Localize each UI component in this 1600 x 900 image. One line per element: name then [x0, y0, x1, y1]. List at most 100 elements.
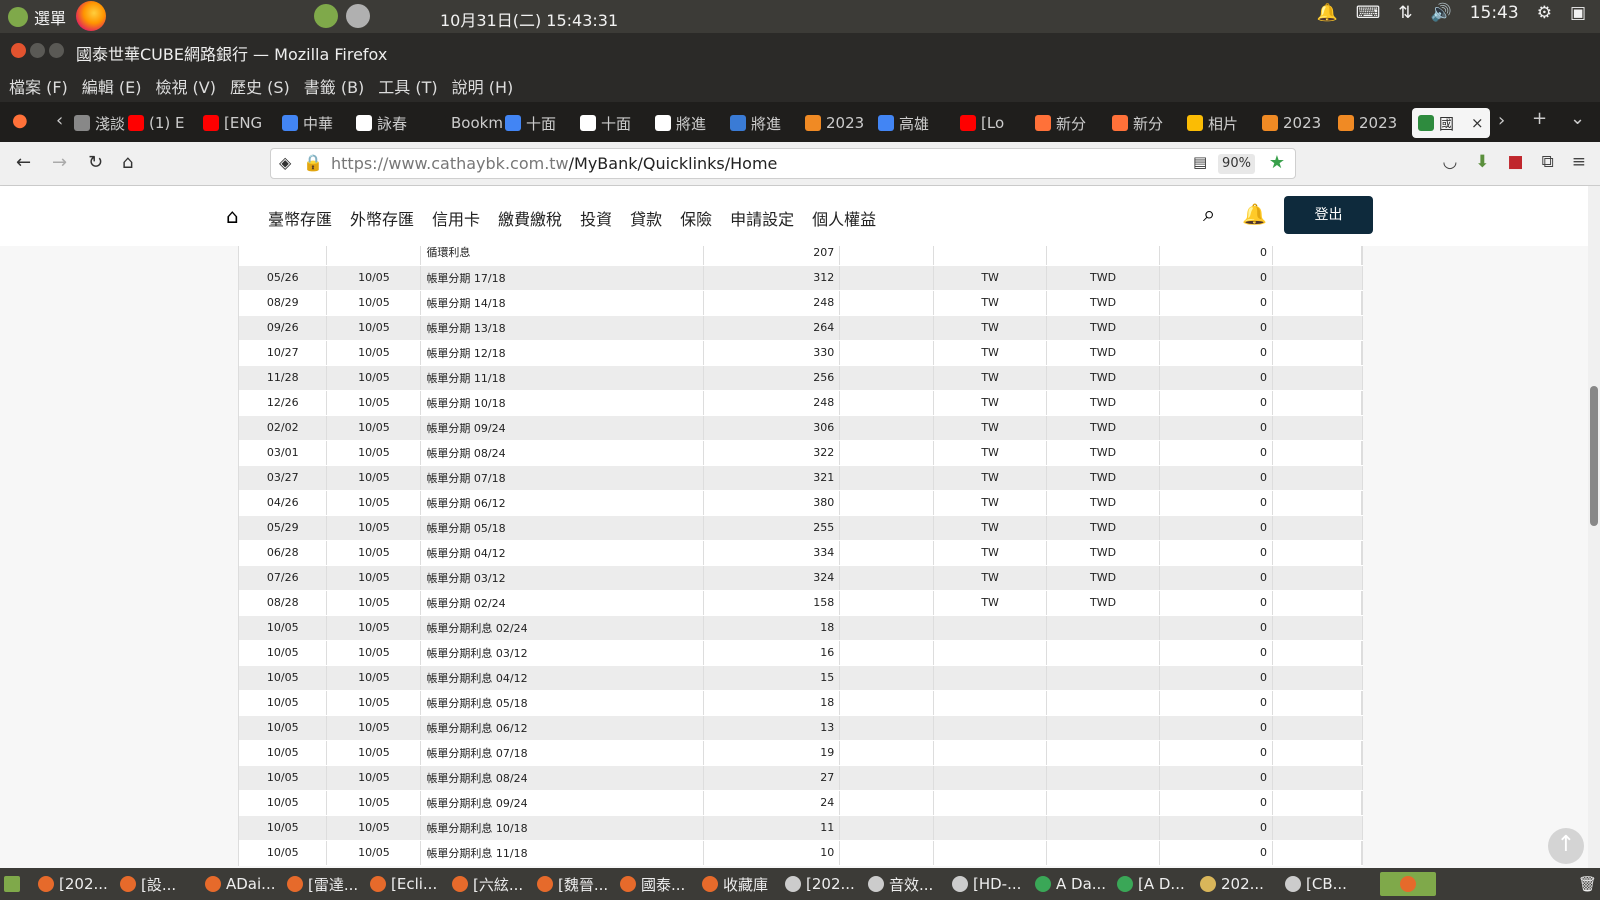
logout-button[interactable]: 登出	[1284, 196, 1373, 234]
tab-scroll-left-icon[interactable]: ‹	[56, 110, 63, 131]
close-window-button[interactable]	[11, 43, 26, 58]
tab-15[interactable]: 相片	[1187, 108, 1238, 138]
hamburger-menu-icon[interactable]: ≡	[1572, 152, 1586, 172]
nav-loans[interactable]: 貸款	[630, 206, 662, 230]
taskbar-item-9[interactable]: [202...	[785, 872, 855, 896]
nav-bill-payment[interactable]: 繳費繳稅	[498, 206, 562, 230]
minimize-window-button[interactable]	[30, 43, 45, 58]
taskbar-item-3[interactable]: [雷達...	[287, 872, 358, 896]
shield-icon[interactable]: ◈	[279, 153, 291, 172]
system-menu-button[interactable]: 選單	[8, 5, 66, 29]
tab-2[interactable]: [ENG	[203, 108, 262, 138]
taskbar-item-5[interactable]: [六絃...	[452, 872, 523, 896]
pocket-icon[interactable]: ◡	[1442, 152, 1457, 172]
tab-0[interactable]: 淺談	[74, 108, 125, 138]
download-icon[interactable]: ⬇	[1475, 152, 1489, 172]
tab-18[interactable]: 國 ×	[1412, 108, 1490, 138]
volume-icon[interactable]: 🔊	[1431, 3, 1452, 23]
close-tab-icon[interactable]: ×	[1471, 114, 1484, 132]
reload-icon[interactable]: ↻	[88, 152, 103, 173]
system-clock[interactable]: 10月31日(二) 15:43:31	[440, 7, 618, 31]
taskbar-item-13[interactable]: [A D...	[1117, 872, 1185, 896]
reader-view-icon[interactable]: ▤	[1193, 153, 1207, 171]
taskbar-item-firefox-active[interactable]	[1380, 872, 1436, 896]
tab-6[interactable]: 十面	[505, 108, 556, 138]
applet-icon[interactable]	[314, 4, 338, 28]
notification-icon[interactable]: 🔔	[1242, 202, 1267, 226]
nav-credit-card[interactable]: 信用卡	[432, 206, 480, 230]
menu-file[interactable]: 檔案 (F)	[9, 74, 68, 98]
gear-icon[interactable]	[346, 4, 370, 28]
taskbar-item-7[interactable]: 國泰...	[620, 872, 685, 896]
taskbar-item-1[interactable]: [設...	[120, 872, 176, 896]
tab-16[interactable]: 2023	[1262, 108, 1321, 138]
settings-gear-icon[interactable]: ⚙	[1537, 3, 1552, 23]
site-home-icon[interactable]: ⌂	[226, 204, 239, 228]
network-icon[interactable]: ⇅	[1398, 3, 1412, 23]
taskbar-item-14[interactable]: 202...	[1200, 872, 1264, 896]
new-tab-icon[interactable]: +	[1532, 108, 1547, 129]
menu-tools[interactable]: 工具 (T)	[378, 74, 437, 98]
taskbar-item-15[interactable]: [CB...	[1285, 872, 1347, 896]
tab-4[interactable]: 詠春	[356, 108, 407, 138]
tab-5[interactable]: Bookm	[430, 108, 503, 138]
back-to-top-button[interactable]: ↑	[1548, 828, 1584, 864]
pdf-extension-icon[interactable]: ■	[1508, 152, 1524, 172]
display-icon[interactable]: ▣	[1570, 3, 1586, 23]
tab-14[interactable]: 新分	[1112, 108, 1163, 138]
tab-8[interactable]: 將進	[655, 108, 706, 138]
table-cell: TW	[933, 440, 1048, 466]
taskbar-item-10[interactable]: 音效...	[868, 872, 933, 896]
taskbar-item-8[interactable]: 收藏庫	[702, 872, 768, 896]
forward-arrow-icon[interactable]: →	[52, 152, 67, 173]
tab-9[interactable]: 將進	[730, 108, 781, 138]
menu-bookmarks[interactable]: 書籤 (B)	[304, 74, 365, 98]
list-all-tabs-icon[interactable]: ⌄	[1570, 108, 1585, 129]
show-desktop-icon[interactable]	[4, 872, 20, 896]
menu-edit[interactable]: 編輯 (E)	[82, 74, 142, 98]
tab-7[interactable]: 十面	[580, 108, 631, 138]
menu-history[interactable]: 歷史 (S)	[230, 74, 290, 98]
nav-foreign-deposit[interactable]: 外幣存匯	[350, 206, 414, 230]
page-scrollbar[interactable]	[1588, 186, 1600, 868]
notification-bell-icon[interactable]: 🔔	[1317, 3, 1338, 23]
scrollbar-thumb[interactable]	[1590, 386, 1598, 526]
tab-scroll-right-icon[interactable]: ›	[1498, 110, 1505, 131]
keyboard-icon[interactable]: ⌨	[1356, 3, 1381, 23]
taskbar-item-11[interactable]: [HD-...	[952, 872, 1021, 896]
menu-view[interactable]: 檢視 (V)	[155, 74, 216, 98]
taskbar-item-4[interactable]: [Ecli...	[370, 872, 437, 896]
menu-help[interactable]: 說明 (H)	[452, 74, 514, 98]
tab-10[interactable]: 2023	[805, 108, 864, 138]
firefox-launcher-icon[interactable]	[76, 1, 106, 31]
nav-personal-rights[interactable]: 個人權益	[812, 206, 876, 230]
maximize-window-button[interactable]	[49, 43, 64, 58]
tab-11[interactable]: 高雄	[878, 108, 929, 138]
home-icon[interactable]: ⌂	[122, 152, 133, 173]
bookmark-star-icon[interactable]: ★	[1269, 152, 1285, 173]
extensions-puzzle-icon[interactable]: ⧉	[1542, 152, 1554, 172]
back-arrow-icon[interactable]: ←	[16, 152, 31, 173]
url-bar[interactable]: ◈ 🔒 https://www.cathaybk.com.tw/MyBank/Q…	[270, 148, 1296, 179]
tab-1[interactable]: (1) E	[128, 108, 185, 138]
nav-twd-deposit[interactable]: 臺幣存匯	[268, 206, 332, 230]
taskbar-item-0[interactable]: [202...	[38, 872, 108, 896]
taskbar-item-2[interactable]: ADai...	[205, 872, 275, 896]
nav-investment[interactable]: 投資	[580, 206, 612, 230]
tray-time[interactable]: 15:43	[1470, 3, 1519, 23]
trash-icon[interactable]: 🗑	[1578, 872, 1597, 896]
nav-insurance[interactable]: 保險	[680, 206, 712, 230]
tab-17[interactable]: 2023	[1338, 108, 1397, 138]
nav-settings[interactable]: 申請設定	[730, 206, 794, 230]
tab-3[interactable]: 中華	[282, 108, 333, 138]
url-text[interactable]: https://www.cathaybk.com.tw/MyBank/Quick…	[331, 154, 777, 173]
tab-12[interactable]: [Lo	[960, 108, 1004, 138]
transactions-table-wrapper: 循環利息 207 0 05/26 10/05 帳單分期 17/18 312 TW TWD 0 08/…	[238, 246, 1363, 866]
taskbar-item-12[interactable]: A Da...	[1035, 872, 1106, 896]
search-icon[interactable]: ⌕	[1203, 202, 1215, 227]
tab-13[interactable]: 新分	[1035, 108, 1086, 138]
zoom-level-button[interactable]: 90%	[1218, 154, 1255, 174]
lock-icon[interactable]: 🔒	[303, 153, 323, 172]
firefox-view-icon[interactable]: ●	[12, 110, 28, 131]
taskbar-item-6[interactable]: [魏晉...	[537, 872, 608, 896]
